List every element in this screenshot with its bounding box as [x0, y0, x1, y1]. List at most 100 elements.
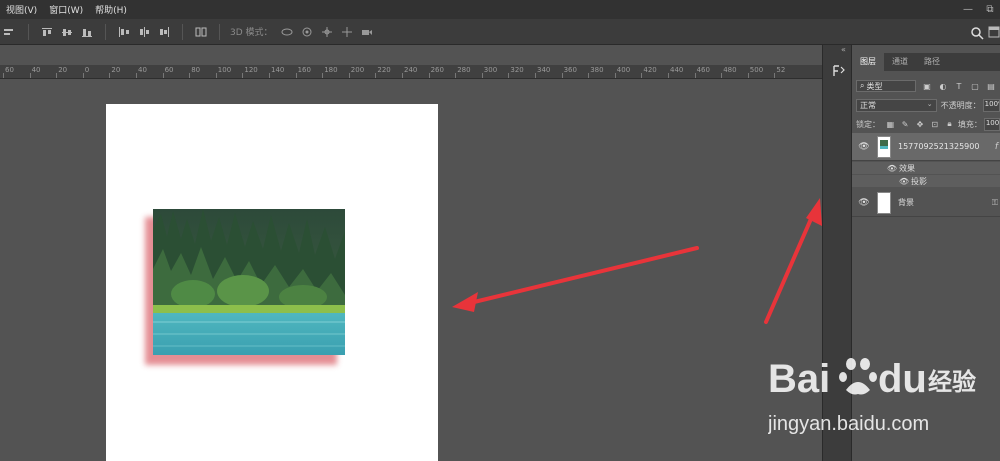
- search-icon: ⌕: [860, 81, 865, 90]
- ruler-tick: [561, 73, 563, 78]
- ruler-label: 300: [483, 66, 498, 74]
- ruler-tick: [614, 73, 616, 78]
- orbit-3d-icon[interactable]: [280, 26, 294, 38]
- ruler-label: 100: [217, 66, 232, 74]
- history-panel-icon[interactable]: [831, 63, 847, 79]
- ruler-label: 200: [350, 66, 365, 74]
- ruler-label: 160: [297, 66, 311, 74]
- camera-3d-icon[interactable]: [360, 26, 374, 38]
- canvas-workspace[interactable]: [0, 79, 822, 461]
- layer-row-photo[interactable]: 👁︎ 1577092521325900 f: [852, 133, 1000, 161]
- ruler-tick: [641, 73, 643, 78]
- menu-help[interactable]: 帮助(H): [89, 3, 133, 16]
- distribute-right-icon[interactable]: [157, 26, 171, 38]
- eye-icon[interactable]: 👁︎: [885, 164, 899, 173]
- roll-3d-icon[interactable]: [300, 26, 314, 38]
- eye-icon[interactable]: 👁︎: [857, 198, 871, 208]
- workspace-icon[interactable]: [988, 25, 1000, 39]
- align-vcenter-icon[interactable]: [60, 26, 74, 38]
- eye-icon[interactable]: 👁︎: [857, 142, 871, 152]
- watermark-url: jingyan.baidu.com: [768, 413, 929, 435]
- horizontal-ruler: 60 40 20 0 20 40 60 80 100 120 140 160 180 200 220 240 2…: [0, 65, 822, 79]
- filter-shape-icon[interactable]: ▢: [970, 81, 980, 91]
- fill-input[interactable]: 100%: [983, 117, 1000, 131]
- ruler-label: 400: [616, 66, 631, 74]
- effects-row[interactable]: 👁︎ 效果: [852, 162, 1000, 174]
- lock-brush-icon[interactable]: ✎: [901, 119, 910, 129]
- ruler-label: 440: [670, 66, 684, 74]
- auto-align-icon[interactable]: [194, 26, 208, 38]
- layer-thumbnail: [877, 191, 891, 214]
- ruler-tick: [508, 73, 510, 78]
- restore-button[interactable]: ⧉: [980, 0, 1000, 19]
- ruler-tick: [375, 73, 377, 78]
- opacity-label: 不透明度：: [940, 100, 981, 110]
- ruler-tick: [481, 73, 483, 78]
- ruler-tick: [322, 73, 324, 78]
- ruler-label: 180: [324, 66, 338, 74]
- lock-move-icon[interactable]: ✥: [916, 119, 925, 129]
- drop-shadow-label: 投影: [911, 176, 927, 186]
- filter-pixel-icon[interactable]: ▣: [922, 81, 932, 91]
- ruler-tick: [774, 73, 776, 78]
- slide-3d-icon[interactable]: [340, 26, 354, 38]
- ruler-label: 240: [404, 66, 418, 74]
- landscape-photo[interactable]: [153, 209, 345, 355]
- layer-filter-select[interactable]: ⌕ 类型: [856, 80, 916, 92]
- ruler-tick: [455, 73, 457, 78]
- layer-name[interactable]: 背景: [898, 197, 914, 208]
- menu-window[interactable]: 窗口(W): [43, 3, 89, 16]
- ruler-tick: [402, 73, 403, 78]
- watermark-brand-right: du: [878, 357, 927, 401]
- ruler-tick: [162, 73, 164, 78]
- eye-icon[interactable]: 👁︎: [897, 177, 911, 186]
- align-left-icon[interactable]: [3, 26, 17, 38]
- ruler-label: 280: [457, 66, 471, 74]
- align-top-icon[interactable]: [40, 26, 54, 38]
- tab-channels[interactable]: 通道: [884, 53, 916, 71]
- lock-transparent-icon[interactable]: ▦: [886, 119, 895, 129]
- separator: [219, 23, 220, 40]
- ruler-label: 20: [111, 66, 121, 74]
- filter-adjustment-icon[interactable]: ◐: [938, 81, 948, 91]
- fx-icon[interactable]: f: [995, 142, 998, 152]
- minimize-button[interactable]: —: [958, 0, 978, 19]
- layer-row-background[interactable]: 👁︎ 背景 ⚿: [852, 189, 1000, 217]
- blend-mode-select[interactable]: 正常 ⌄: [856, 98, 937, 112]
- ruler-tick: [747, 73, 749, 78]
- filter-smart-object-icon[interactable]: ▤: [986, 81, 996, 91]
- drop-shadow-row[interactable]: 👁︎ 投影: [852, 175, 1000, 187]
- ruler-label: 340: [537, 66, 551, 74]
- ruler-tick: [588, 73, 590, 78]
- ruler-tick: [242, 73, 244, 78]
- lock-all-icon[interactable]: 🔒︎: [945, 119, 954, 129]
- opacity-input[interactable]: 100%: [982, 98, 1000, 112]
- ruler-tick: [295, 73, 297, 78]
- lock-row: 锁定： ▦ ✎ ✥ ⊡ 🔒︎ 填充： 100%: [852, 115, 1000, 133]
- tab-paths[interactable]: 路径: [916, 53, 948, 71]
- ruler-label: 500: [749, 66, 764, 74]
- distribute-left-icon[interactable]: [117, 26, 131, 38]
- menu-view[interactable]: 视图(V): [0, 3, 43, 16]
- mode-3d-label: 3D 模式：: [230, 28, 273, 38]
- lock-artboard-icon[interactable]: ⊡: [930, 119, 939, 129]
- lock-label: 锁定：: [856, 119, 880, 129]
- search-icon[interactable]: [970, 25, 984, 40]
- ruler-label: 480: [723, 66, 737, 74]
- effects-label: 效果: [899, 163, 915, 173]
- ruler-tick: [82, 73, 84, 78]
- tab-layers[interactable]: 图层: [852, 53, 884, 71]
- ruler-tick: [29, 73, 31, 78]
- distribute-hcenter-icon[interactable]: [137, 26, 151, 38]
- ruler-tick: [348, 73, 350, 78]
- align-bottom-icon[interactable]: [80, 26, 94, 38]
- ruler-tick: [189, 73, 191, 78]
- ruler-label: 80: [191, 66, 201, 74]
- pan-3d-icon[interactable]: [320, 26, 334, 38]
- blend-mode-value: 正常: [860, 100, 876, 110]
- filter-type-icon[interactable]: T: [954, 81, 964, 91]
- ruler-tick: [136, 73, 137, 78]
- collapse-panels-icon[interactable]: «: [841, 45, 846, 54]
- ruler-label: 140: [271, 66, 285, 74]
- layer-name[interactable]: 1577092521325900: [898, 142, 979, 151]
